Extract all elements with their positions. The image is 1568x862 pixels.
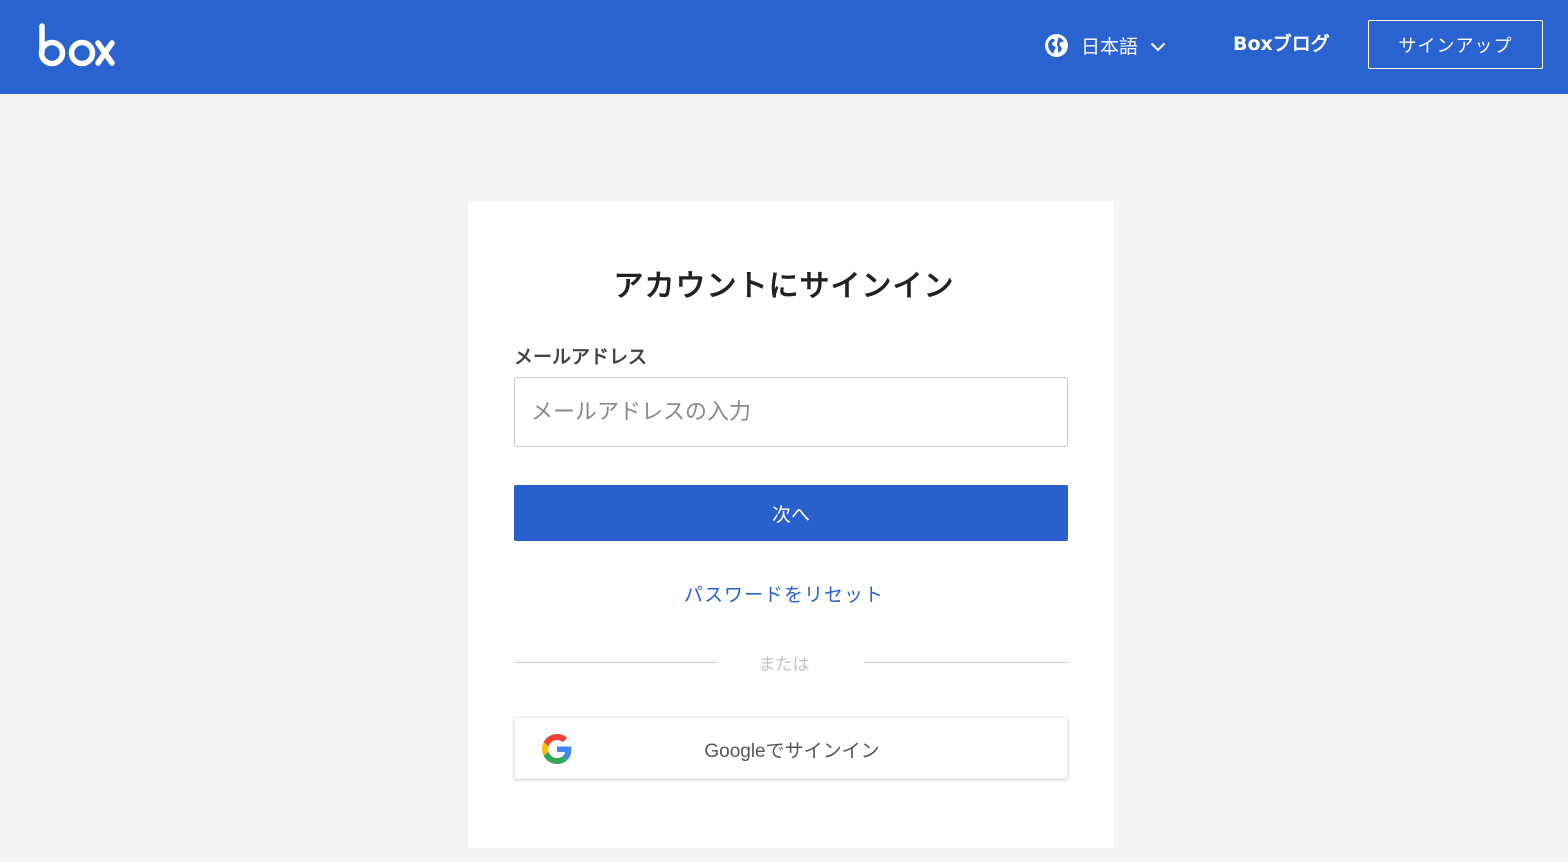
chevron-down-icon	[1150, 42, 1166, 52]
or-separator-text: または	[758, 655, 810, 675]
google-signin-button[interactable]: Googleでサインイン	[514, 717, 1068, 779]
page-title: アカウントにサインイン	[613, 269, 955, 304]
signup-button[interactable]: サインアップ	[1368, 20, 1543, 69]
language-selector[interactable]: 日本語	[1044, 28, 1166, 62]
box-blog-link[interactable]: Boxブログ	[1233, 30, 1330, 58]
google-signin-label: Googleでサインイン	[704, 740, 880, 762]
box-logo[interactable]	[38, 22, 116, 68]
top-nav-bar: 日本語 Boxブログ サインアップ	[0, 0, 1568, 94]
email-label: メールアドレス	[514, 346, 648, 368]
email-input[interactable]	[514, 377, 1068, 447]
divider-right	[864, 662, 1068, 663]
reset-password-link[interactable]: パスワードをリセット	[0, 580, 1568, 607]
next-button[interactable]: 次へ	[514, 485, 1068, 541]
globe-icon	[1045, 33, 1068, 57]
language-label: 日本語	[1081, 35, 1139, 58]
